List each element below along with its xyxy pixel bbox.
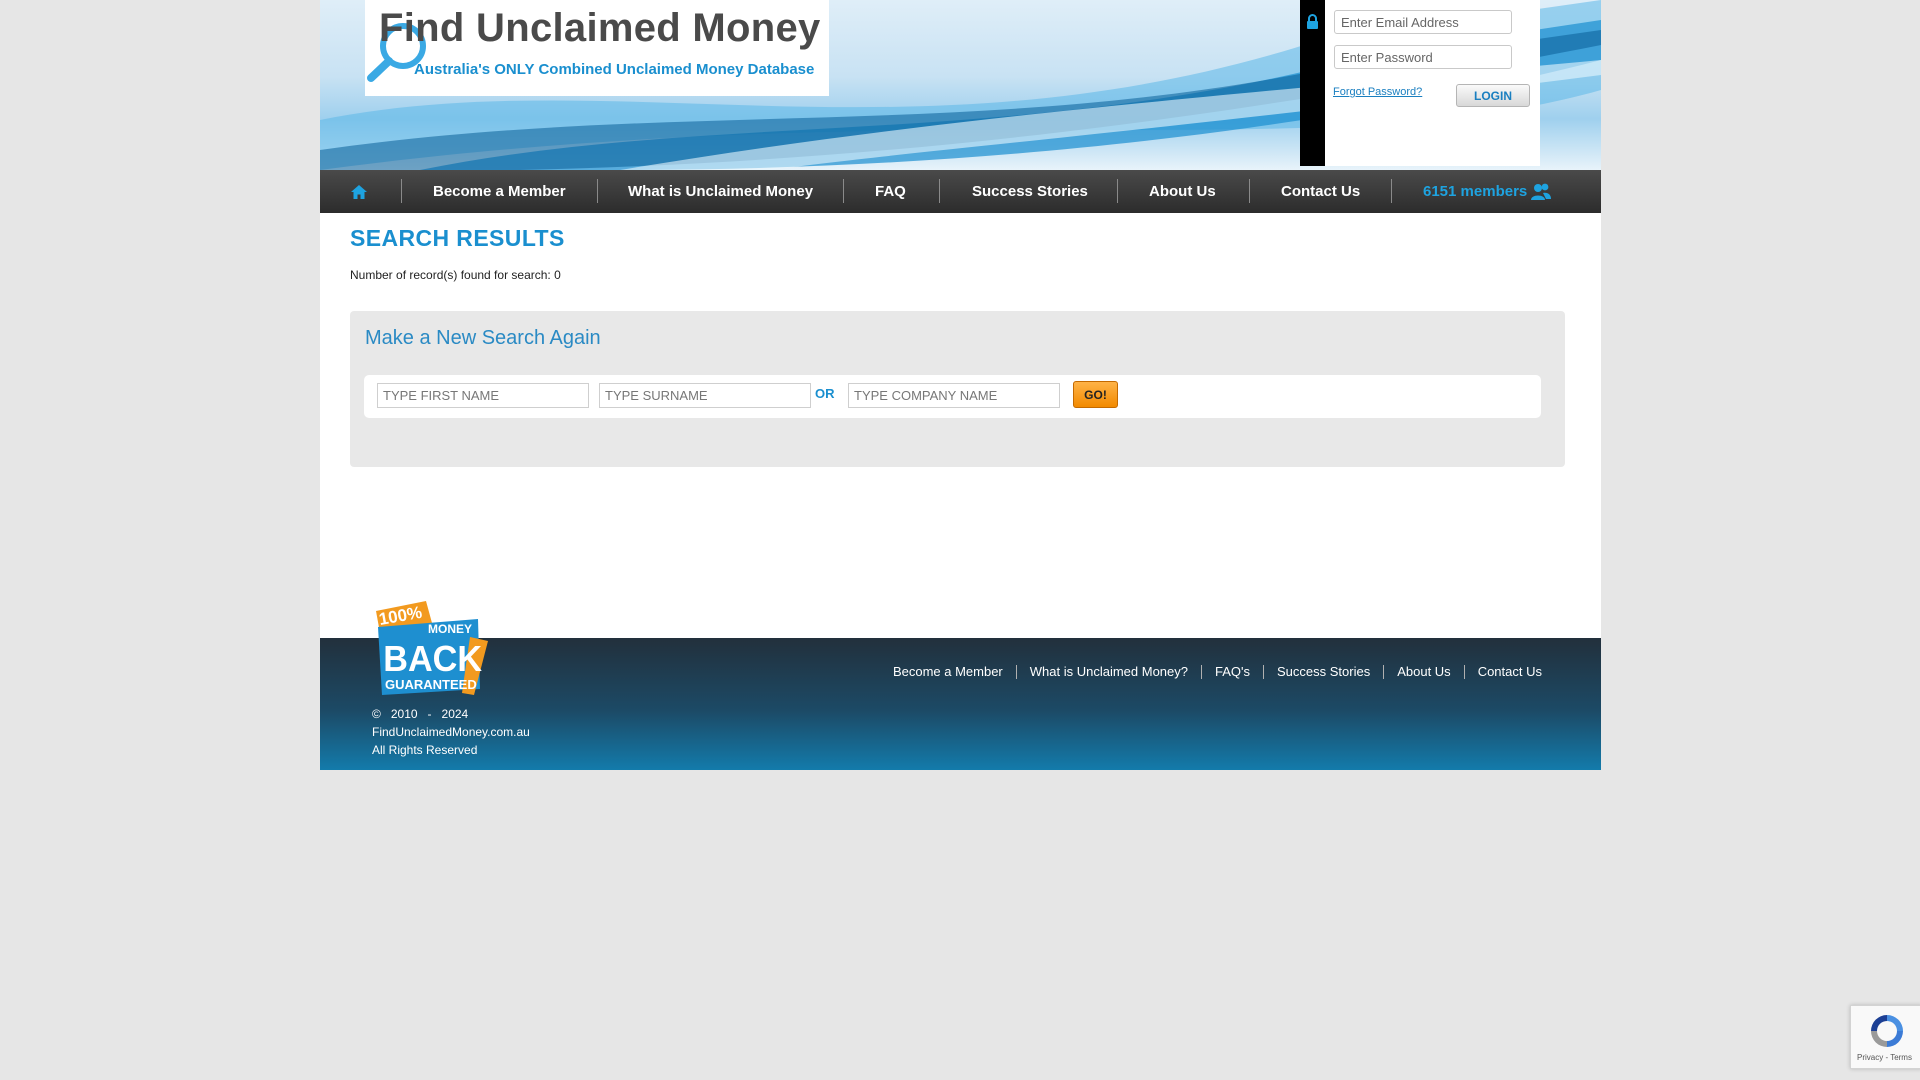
- badge-mid2-text: BACK: [383, 639, 482, 679]
- or-label: OR: [815, 386, 835, 401]
- users-icon: [1531, 183, 1552, 200]
- nav-divider: [843, 179, 844, 203]
- company-name-input[interactable]: [848, 383, 1060, 408]
- nav-what-is-unclaimed-money[interactable]: What is Unclaimed Money: [628, 170, 813, 213]
- footer-divider: [1263, 664, 1264, 679]
- nav-faq[interactable]: FAQ: [875, 170, 906, 213]
- footer-link-about-us[interactable]: About Us: [1397, 664, 1450, 679]
- main-nav: Become a Member What is Unclaimed Money …: [320, 170, 1601, 213]
- nav-home[interactable]: [350, 170, 368, 213]
- footer-divider: [1201, 664, 1202, 679]
- recaptcha-links[interactable]: Privacy - Terms: [1857, 1053, 1912, 1062]
- footer-link-faqs[interactable]: FAQ's: [1215, 664, 1250, 679]
- nav-divider: [939, 179, 940, 203]
- footer-nav: Become a Member What is Unclaimed Money?…: [893, 664, 1542, 679]
- password-field[interactable]: [1334, 45, 1512, 69]
- footer-link-contact-us[interactable]: Contact Us: [1478, 664, 1542, 679]
- footer-link-become-member[interactable]: Become a Member: [893, 664, 1003, 679]
- email-field[interactable]: [1334, 10, 1512, 34]
- recaptcha-icon: [1871, 1015, 1903, 1047]
- nav-divider: [1391, 179, 1392, 203]
- members-label: members: [1460, 183, 1528, 200]
- logo-title: Find Unclaimed Money: [379, 6, 821, 50]
- lock-icon: [1307, 14, 1318, 29]
- go-button[interactable]: GO!: [1073, 381, 1118, 408]
- nav-divider: [1249, 179, 1250, 203]
- members-counter[interactable]: 6151 members: [1423, 170, 1552, 213]
- header-banner: Find Unclaimed Money Australia's ONLY Co…: [320, 0, 1601, 170]
- nav-divider: [401, 179, 402, 203]
- badge-mid1-text: MONEY: [428, 622, 472, 636]
- copyright-rights: All Rights Reserved: [372, 743, 478, 757]
- new-search-heading: Make a New Search Again: [365, 327, 601, 349]
- surname-input[interactable]: [599, 383, 811, 408]
- members-count: 6151: [1423, 183, 1457, 200]
- login-strip: [1300, 0, 1325, 166]
- login-panel: Forgot Password? LOGIN: [1300, 0, 1540, 166]
- page-title: SEARCH RESULTS: [350, 225, 565, 251]
- footer-divider: [1015, 664, 1017, 679]
- nav-divider: [1117, 179, 1118, 203]
- nav-about-us[interactable]: About Us: [1149, 170, 1216, 213]
- footer-link-success-stories[interactable]: Success Stories: [1277, 664, 1370, 679]
- logo-tagline: Australia's ONLY Combined Unclaimed Mone…: [414, 61, 815, 78]
- new-search-panel: Make a New Search Again OR GO!: [350, 311, 1565, 467]
- nav-divider: [597, 179, 598, 203]
- nav-become-member[interactable]: Become a Member: [433, 170, 566, 213]
- login-button[interactable]: LOGIN: [1456, 84, 1530, 107]
- forgot-password-link[interactable]: Forgot Password?: [1333, 86, 1422, 98]
- footer-divider: [1383, 664, 1385, 679]
- money-back-guarantee-badge: 100% MONEY BACK GUARANTEED: [376, 601, 488, 695]
- records-count-text: Number of record(s) found for search: 0: [350, 268, 561, 282]
- copyright-years: © 2010 - 2024: [372, 707, 469, 721]
- copyright-site: FindUnclaimedMoney.com.au: [372, 725, 530, 739]
- page: Find Unclaimed Money Australia's ONLY Co…: [320, 0, 1601, 770]
- recaptcha-badge[interactable]: Privacy - Terms: [1850, 1005, 1920, 1069]
- logo[interactable]: Find Unclaimed Money Australia's ONLY Co…: [365, 0, 829, 96]
- nav-success-stories[interactable]: Success Stories: [972, 170, 1088, 213]
- footer-divider: [1463, 664, 1465, 679]
- search-form: OR GO!: [364, 375, 1541, 418]
- first-name-input[interactable]: [377, 383, 589, 408]
- home-icon: [351, 184, 367, 199]
- badge-bottom-text: GUARANTEED: [385, 677, 477, 692]
- nav-contact-us[interactable]: Contact Us: [1281, 170, 1360, 213]
- footer-link-what-is-unclaimed-money[interactable]: What is Unclaimed Money?: [1030, 664, 1188, 679]
- copyright: © 2010 - 2024 FindUnclaimedMoney.com.au …: [372, 705, 530, 759]
